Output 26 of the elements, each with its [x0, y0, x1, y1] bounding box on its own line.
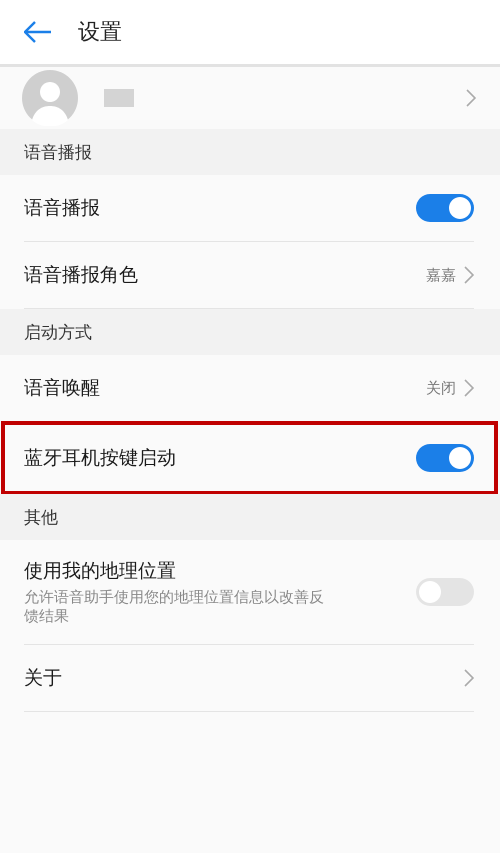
setting-row[interactable]: 语音唤醒 关闭 [24, 355, 474, 422]
back-arrow-icon[interactable] [24, 21, 52, 43]
setting-row[interactable]: 使用我的地理位置 允许语音助手使用您的地理位置信息以改善反馈结果 [24, 540, 474, 645]
setting-value: 嘉嘉 [426, 266, 456, 284]
setting-label: 使用我的地理位置 [24, 558, 177, 584]
chevron-right-icon [466, 89, 476, 107]
setting-label: 语音播报角色 [24, 263, 139, 288]
toggle-switch[interactable] [416, 578, 474, 606]
toggle-switch[interactable] [416, 444, 474, 472]
setting-label: 语音播报 [24, 196, 101, 221]
section-header: 其他 [0, 494, 500, 540]
page-title: 设置 [78, 19, 122, 47]
setting-row[interactable]: 语音播报 [24, 175, 474, 242]
highlighted-setting-row[interactable]: 蓝牙耳机按键启动 [5, 425, 494, 491]
chevron-right-icon [464, 379, 474, 397]
section-header: 语音播报 [0, 129, 500, 175]
chevron-right-icon [464, 266, 474, 284]
setting-label: 关于 [24, 666, 63, 691]
setting-row[interactable]: 关于 [24, 645, 474, 712]
setting-label: 蓝牙耳机按键启动 [24, 446, 177, 471]
toggle-switch[interactable] [416, 194, 474, 222]
section-header: 启动方式 [0, 309, 500, 355]
setting-description: 允许语音助手使用您的地理位置信息以改善反馈结果 [24, 588, 325, 626]
setting-value: 关闭 [426, 378, 456, 398]
setting-label: 语音唤醒 [24, 376, 101, 401]
chevron-right-icon [464, 669, 474, 687]
